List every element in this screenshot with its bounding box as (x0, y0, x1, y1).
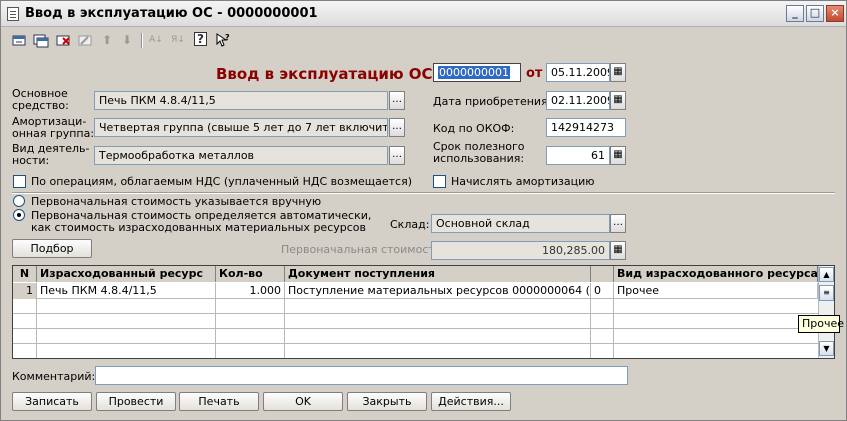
scroll-up-icon[interactable]: ▲ (819, 267, 834, 282)
sort-desc-icon[interactable]: Я↓ (170, 32, 186, 48)
initial-cost-label: Первоначальная стоимость: (281, 243, 445, 256)
initial-cost-field: 180,285.00 (431, 241, 610, 260)
warehouse-label: Склад: (390, 218, 430, 231)
document-window: Ввод в эксплуатацию ОС - 0000000001 _ □ … (0, 0, 847, 421)
svg-text:?: ? (225, 33, 230, 42)
activity-field[interactable]: Термообработка металлов (94, 146, 388, 165)
col-header-quantity[interactable]: Кол-во (216, 266, 285, 282)
cell-resource-type[interactable]: Прочее (614, 283, 818, 299)
comment-field[interactable] (95, 366, 628, 385)
toolbar: ⬆ ⬇ A↓ Я↓ ? ? (1, 28, 846, 52)
table-scrollbar[interactable]: ▲ ≡ ▼ (818, 266, 834, 358)
asset-field[interactable]: Печь ПКМ 4.8.4/11,5 (94, 91, 388, 110)
amort-group-field[interactable]: Четвертая группа (свыше 5 лет до 7 лет в… (94, 118, 388, 137)
close-button[interactable]: Закрыть (347, 392, 427, 411)
amortization-checkbox-label: Начислять амортизацию (451, 175, 595, 188)
vat-checkbox[interactable] (13, 175, 26, 188)
okof-label: Код по ОКОФ: (433, 122, 515, 135)
new-row-icon[interactable] (11, 32, 27, 48)
col-header-resource-type[interactable]: Вид израсходованного ресурса (614, 266, 818, 282)
document-heading: Ввод в эксплуатацию ОС № (216, 65, 456, 83)
minimize-button[interactable]: _ (786, 5, 804, 22)
col-header-resource[interactable]: Израсходованный ресурс (37, 266, 216, 282)
cell-resource[interactable]: Печь ПКМ 4.8.4/11,5 (37, 283, 216, 299)
delete-row-icon[interactable] (55, 32, 71, 48)
amort-group-select-button[interactable]: … (389, 118, 405, 137)
activity-label: Вид деятель-ности: (12, 142, 90, 167)
amortization-checkbox[interactable] (433, 175, 446, 188)
table-header: N Израсходованный ресурс Кол-во Документ… (13, 266, 818, 282)
actions-button[interactable]: Действия... (431, 392, 511, 411)
toolbar-separator (141, 33, 142, 48)
table-row[interactable]: 1 Печь ПКМ 4.8.4/11,5 1.000 Поступление … (13, 283, 818, 299)
tooltip: Прочее (798, 315, 844, 333)
useful-life-field[interactable]: 61 (546, 146, 610, 165)
warehouse-field[interactable]: Основной склад (431, 214, 610, 233)
radio-manual-label: Первоначальная стоимость указывается вру… (31, 195, 322, 208)
cell-n: 1 (13, 283, 37, 299)
asset-select-button[interactable]: … (389, 91, 405, 110)
date-label: от (526, 66, 543, 81)
table-row-empty (13, 313, 818, 329)
context-help-icon[interactable]: ? (215, 32, 231, 48)
table-row-empty (13, 343, 818, 358)
okof-field[interactable]: 142914273 (546, 118, 626, 137)
doc-date-field[interactable]: 05.11.2009 (546, 63, 610, 82)
col-header-blank[interactable] (591, 266, 614, 282)
section-divider (12, 192, 835, 194)
purchase-date-label: Дата приобретения: (433, 95, 552, 108)
save-button[interactable]: Записать (12, 392, 92, 411)
table-row-empty (13, 298, 818, 314)
scroll-thumb[interactable]: ≡ (819, 285, 834, 301)
amort-group-label: Амортизаци-онная группа: (12, 115, 95, 140)
cell-quantity[interactable]: 1.000 (216, 283, 285, 299)
comment-label: Комментарий: (12, 370, 96, 383)
print-button[interactable]: Печать (179, 392, 259, 411)
asset-label: Основное средство: (12, 87, 69, 112)
warehouse-select-button[interactable]: … (610, 214, 626, 233)
activity-select-button[interactable]: … (389, 146, 405, 165)
edit-row-icon[interactable] (77, 32, 93, 48)
document-icon (7, 7, 19, 21)
radio-auto-label: Первоначальная стоимость определяется ав… (31, 209, 372, 234)
calculator-icon[interactable]: ▦ (610, 146, 626, 165)
pick-button[interactable]: Подбор (12, 239, 92, 258)
cell-blank[interactable]: 0 (591, 283, 614, 299)
help-icon[interactable]: ? (194, 32, 207, 46)
useful-life-label: Срок полезного использования: (433, 140, 525, 165)
scroll-down-icon[interactable]: ▼ (819, 341, 834, 356)
col-header-n[interactable]: N (13, 266, 37, 282)
doc-number-field[interactable]: 0000000001 (433, 63, 521, 82)
ok-button[interactable]: OK (263, 392, 343, 411)
title-bar: Ввод в эксплуатацию ОС - 0000000001 _ □ … (1, 1, 846, 27)
purchase-date-field[interactable]: 02.11.2009 (546, 91, 610, 110)
move-up-icon[interactable]: ⬆ (99, 32, 115, 48)
doc-number-value: 0000000001 (438, 66, 510, 79)
close-window-button[interactable]: × (826, 5, 844, 22)
table-row-empty (13, 328, 818, 344)
cell-document[interactable]: Поступление материальных ресурсов 000000… (285, 283, 591, 299)
col-header-document[interactable]: Документ поступления (285, 266, 591, 282)
vat-checkbox-label: По операциям, облагаемым НДС (уплаченный… (31, 175, 412, 188)
radio-auto-cost[interactable] (13, 209, 25, 221)
calendar-icon[interactable]: ▦ (610, 91, 626, 110)
window-title: Ввод в эксплуатацию ОС - 0000000001 (25, 6, 318, 21)
resources-table[interactable]: N Израсходованный ресурс Кол-во Документ… (12, 265, 835, 359)
radio-manual-cost[interactable] (13, 195, 25, 207)
calendar-icon[interactable]: ▦ (610, 63, 626, 82)
move-down-icon[interactable]: ⬇ (119, 32, 135, 48)
copy-row-icon[interactable] (33, 32, 49, 48)
calculator-icon[interactable]: ▦ (610, 241, 626, 260)
sort-asc-icon[interactable]: A↓ (148, 32, 164, 48)
post-button[interactable]: Провести (96, 392, 176, 411)
maximize-button[interactable]: □ (806, 5, 824, 22)
